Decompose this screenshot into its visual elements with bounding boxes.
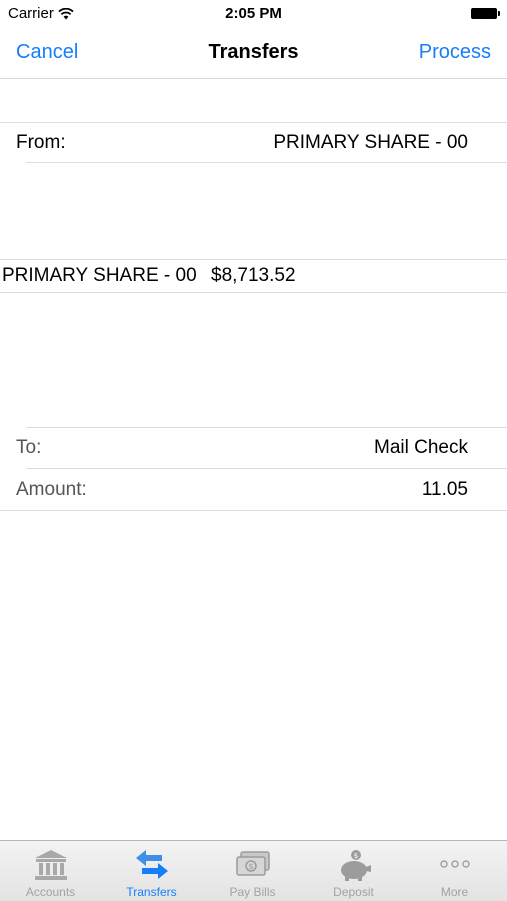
from-label: From: <box>16 132 66 153</box>
transfer-arrows-icon <box>135 850 168 879</box>
divider <box>26 162 507 163</box>
battery-icon <box>471 8 500 19</box>
process-button[interactable]: Process <box>419 41 491 64</box>
bank-icon <box>34 850 67 880</box>
to-row[interactable]: To: Mail Check <box>0 427 507 467</box>
from-value: PRIMARY SHARE - 00 <box>273 132 468 153</box>
tab-label: Transfers <box>126 885 177 899</box>
tab-label: Pay Bills <box>229 885 276 899</box>
tab-label: Deposit <box>333 885 374 899</box>
amount-row[interactable]: Amount: 11.05 <box>0 469 507 509</box>
cash-icon: $ <box>235 851 270 876</box>
piggy-bank-icon: $ <box>340 850 371 881</box>
divider <box>0 292 507 293</box>
tab-deposit[interactable]: $ Deposit <box>303 841 404 901</box>
tab-bar: Accounts Transfers $ Pay Bills $ Deposit <box>0 840 507 901</box>
picker-account-balance: $8,713.52 <box>211 265 296 286</box>
tab-transfers[interactable]: Transfers <box>101 841 202 901</box>
status-time: 2:05 PM <box>225 5 282 22</box>
tab-pay-bills[interactable]: $ Pay Bills <box>202 841 303 901</box>
tab-label: Accounts <box>25 885 76 899</box>
amount-label: Amount: <box>16 479 87 500</box>
to-value: Mail Check <box>374 437 468 458</box>
divider <box>0 259 507 260</box>
amount-value[interactable]: 11.05 <box>422 479 468 501</box>
tab-label: More <box>440 885 469 899</box>
account-picker-row[interactable]: PRIMARY SHARE - 00 $8,713.52 <box>0 262 507 292</box>
status-bar: Carrier 2:05 PM <box>0 0 507 28</box>
svg-text:$: $ <box>353 852 357 860</box>
from-row[interactable]: From: PRIMARY SHARE - 00 <box>0 122 507 162</box>
tab-accounts[interactable]: Accounts <box>0 841 101 901</box>
divider <box>0 510 507 511</box>
picker-account-name: PRIMARY SHARE - 00 <box>2 265 197 286</box>
to-label: To: <box>16 437 42 458</box>
svg-text:$: $ <box>248 862 253 871</box>
navigation-bar: Cancel Transfers Process <box>0 28 507 79</box>
more-dots-icon <box>439 860 470 868</box>
tab-more[interactable]: More <box>404 841 505 901</box>
